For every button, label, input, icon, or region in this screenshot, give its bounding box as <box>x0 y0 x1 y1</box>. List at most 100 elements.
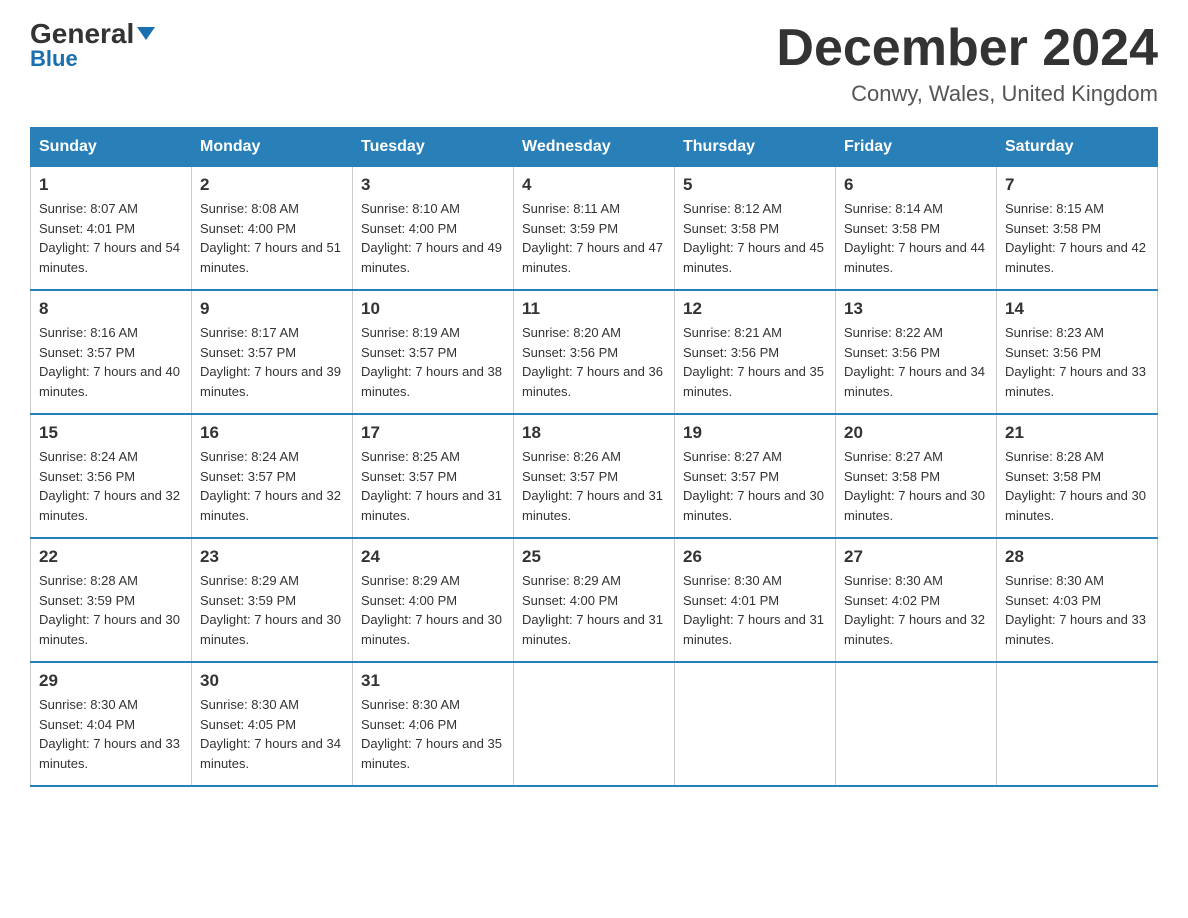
day-info: Sunrise: 8:30 AM Sunset: 4:05 PM Dayligh… <box>200 695 344 773</box>
calendar-week-row: 29 Sunrise: 8:30 AM Sunset: 4:04 PM Dayl… <box>31 662 1158 786</box>
day-info: Sunrise: 8:27 AM Sunset: 3:58 PM Dayligh… <box>844 447 988 525</box>
calendar-week-row: 8 Sunrise: 8:16 AM Sunset: 3:57 PM Dayli… <box>31 290 1158 414</box>
day-number: 16 <box>200 423 344 443</box>
table-row: 11 Sunrise: 8:20 AM Sunset: 3:56 PM Dayl… <box>514 290 675 414</box>
table-row: 23 Sunrise: 8:29 AM Sunset: 3:59 PM Dayl… <box>192 538 353 662</box>
calendar-table: Sunday Monday Tuesday Wednesday Thursday… <box>30 127 1158 787</box>
day-number: 4 <box>522 175 666 195</box>
day-number: 9 <box>200 299 344 319</box>
table-row: 4 Sunrise: 8:11 AM Sunset: 3:59 PM Dayli… <box>514 167 675 291</box>
day-number: 22 <box>39 547 183 567</box>
day-info: Sunrise: 8:30 AM Sunset: 4:04 PM Dayligh… <box>39 695 183 773</box>
table-row: 26 Sunrise: 8:30 AM Sunset: 4:01 PM Dayl… <box>675 538 836 662</box>
table-row: 19 Sunrise: 8:27 AM Sunset: 3:57 PM Dayl… <box>675 414 836 538</box>
table-row: 18 Sunrise: 8:26 AM Sunset: 3:57 PM Dayl… <box>514 414 675 538</box>
day-info: Sunrise: 8:30 AM Sunset: 4:03 PM Dayligh… <box>1005 571 1149 649</box>
table-row <box>836 662 997 786</box>
table-row: 30 Sunrise: 8:30 AM Sunset: 4:05 PM Dayl… <box>192 662 353 786</box>
table-row: 24 Sunrise: 8:29 AM Sunset: 4:00 PM Dayl… <box>353 538 514 662</box>
col-tuesday: Tuesday <box>353 128 514 167</box>
col-friday: Friday <box>836 128 997 167</box>
day-info: Sunrise: 8:26 AM Sunset: 3:57 PM Dayligh… <box>522 447 666 525</box>
day-number: 18 <box>522 423 666 443</box>
table-row: 3 Sunrise: 8:10 AM Sunset: 4:00 PM Dayli… <box>353 167 514 291</box>
day-info: Sunrise: 8:22 AM Sunset: 3:56 PM Dayligh… <box>844 323 988 401</box>
day-info: Sunrise: 8:21 AM Sunset: 3:56 PM Dayligh… <box>683 323 827 401</box>
calendar-week-row: 22 Sunrise: 8:28 AM Sunset: 3:59 PM Dayl… <box>31 538 1158 662</box>
table-row: 14 Sunrise: 8:23 AM Sunset: 3:56 PM Dayl… <box>997 290 1158 414</box>
day-number: 2 <box>200 175 344 195</box>
location: Conwy, Wales, United Kingdom <box>776 81 1158 107</box>
day-number: 21 <box>1005 423 1149 443</box>
day-info: Sunrise: 8:30 AM Sunset: 4:01 PM Dayligh… <box>683 571 827 649</box>
day-info: Sunrise: 8:30 AM Sunset: 4:06 PM Dayligh… <box>361 695 505 773</box>
day-number: 11 <box>522 299 666 319</box>
month-title: December 2024 <box>776 20 1158 77</box>
table-row: 10 Sunrise: 8:19 AM Sunset: 3:57 PM Dayl… <box>353 290 514 414</box>
day-info: Sunrise: 8:08 AM Sunset: 4:00 PM Dayligh… <box>200 199 344 277</box>
table-row: 2 Sunrise: 8:08 AM Sunset: 4:00 PM Dayli… <box>192 167 353 291</box>
table-row: 9 Sunrise: 8:17 AM Sunset: 3:57 PM Dayli… <box>192 290 353 414</box>
logo: General Blue <box>30 20 155 72</box>
day-info: Sunrise: 8:24 AM Sunset: 3:57 PM Dayligh… <box>200 447 344 525</box>
day-number: 24 <box>361 547 505 567</box>
day-info: Sunrise: 8:29 AM Sunset: 3:59 PM Dayligh… <box>200 571 344 649</box>
table-row: 25 Sunrise: 8:29 AM Sunset: 4:00 PM Dayl… <box>514 538 675 662</box>
day-number: 6 <box>844 175 988 195</box>
table-row <box>997 662 1158 786</box>
col-sunday: Sunday <box>31 128 192 167</box>
table-row: 5 Sunrise: 8:12 AM Sunset: 3:58 PM Dayli… <box>675 167 836 291</box>
page-header: General Blue December 2024 Conwy, Wales,… <box>30 20 1158 107</box>
day-number: 27 <box>844 547 988 567</box>
day-info: Sunrise: 8:10 AM Sunset: 4:00 PM Dayligh… <box>361 199 505 277</box>
day-info: Sunrise: 8:28 AM Sunset: 3:58 PM Dayligh… <box>1005 447 1149 525</box>
table-row: 27 Sunrise: 8:30 AM Sunset: 4:02 PM Dayl… <box>836 538 997 662</box>
table-row: 31 Sunrise: 8:30 AM Sunset: 4:06 PM Dayl… <box>353 662 514 786</box>
day-number: 20 <box>844 423 988 443</box>
day-number: 17 <box>361 423 505 443</box>
calendar-week-row: 1 Sunrise: 8:07 AM Sunset: 4:01 PM Dayli… <box>31 167 1158 291</box>
day-number: 31 <box>361 671 505 691</box>
table-row: 6 Sunrise: 8:14 AM Sunset: 3:58 PM Dayli… <box>836 167 997 291</box>
day-info: Sunrise: 8:29 AM Sunset: 4:00 PM Dayligh… <box>361 571 505 649</box>
day-number: 29 <box>39 671 183 691</box>
day-number: 3 <box>361 175 505 195</box>
table-row: 13 Sunrise: 8:22 AM Sunset: 3:56 PM Dayl… <box>836 290 997 414</box>
col-wednesday: Wednesday <box>514 128 675 167</box>
day-number: 7 <box>1005 175 1149 195</box>
day-info: Sunrise: 8:19 AM Sunset: 3:57 PM Dayligh… <box>361 323 505 401</box>
table-row: 16 Sunrise: 8:24 AM Sunset: 3:57 PM Dayl… <box>192 414 353 538</box>
day-info: Sunrise: 8:16 AM Sunset: 3:57 PM Dayligh… <box>39 323 183 401</box>
table-row: 1 Sunrise: 8:07 AM Sunset: 4:01 PM Dayli… <box>31 167 192 291</box>
day-info: Sunrise: 8:25 AM Sunset: 3:57 PM Dayligh… <box>361 447 505 525</box>
table-row: 20 Sunrise: 8:27 AM Sunset: 3:58 PM Dayl… <box>836 414 997 538</box>
day-number: 10 <box>361 299 505 319</box>
table-row: 29 Sunrise: 8:30 AM Sunset: 4:04 PM Dayl… <box>31 662 192 786</box>
col-thursday: Thursday <box>675 128 836 167</box>
day-number: 1 <box>39 175 183 195</box>
calendar-header-row: Sunday Monday Tuesday Wednesday Thursday… <box>31 128 1158 167</box>
day-info: Sunrise: 8:30 AM Sunset: 4:02 PM Dayligh… <box>844 571 988 649</box>
day-number: 30 <box>200 671 344 691</box>
day-number: 26 <box>683 547 827 567</box>
day-info: Sunrise: 8:17 AM Sunset: 3:57 PM Dayligh… <box>200 323 344 401</box>
day-info: Sunrise: 8:23 AM Sunset: 3:56 PM Dayligh… <box>1005 323 1149 401</box>
day-info: Sunrise: 8:12 AM Sunset: 3:58 PM Dayligh… <box>683 199 827 277</box>
day-info: Sunrise: 8:20 AM Sunset: 3:56 PM Dayligh… <box>522 323 666 401</box>
logo-bottom: Blue <box>30 46 78 72</box>
table-row: 17 Sunrise: 8:25 AM Sunset: 3:57 PM Dayl… <box>353 414 514 538</box>
table-row: 22 Sunrise: 8:28 AM Sunset: 3:59 PM Dayl… <box>31 538 192 662</box>
day-number: 23 <box>200 547 344 567</box>
day-info: Sunrise: 8:14 AM Sunset: 3:58 PM Dayligh… <box>844 199 988 277</box>
table-row: 28 Sunrise: 8:30 AM Sunset: 4:03 PM Dayl… <box>997 538 1158 662</box>
day-info: Sunrise: 8:27 AM Sunset: 3:57 PM Dayligh… <box>683 447 827 525</box>
day-info: Sunrise: 8:07 AM Sunset: 4:01 PM Dayligh… <box>39 199 183 277</box>
table-row: 7 Sunrise: 8:15 AM Sunset: 3:58 PM Dayli… <box>997 167 1158 291</box>
title-section: December 2024 Conwy, Wales, United Kingd… <box>776 20 1158 107</box>
col-monday: Monday <box>192 128 353 167</box>
day-number: 13 <box>844 299 988 319</box>
table-row <box>514 662 675 786</box>
day-number: 5 <box>683 175 827 195</box>
day-number: 19 <box>683 423 827 443</box>
logo-top: General <box>30 20 155 48</box>
